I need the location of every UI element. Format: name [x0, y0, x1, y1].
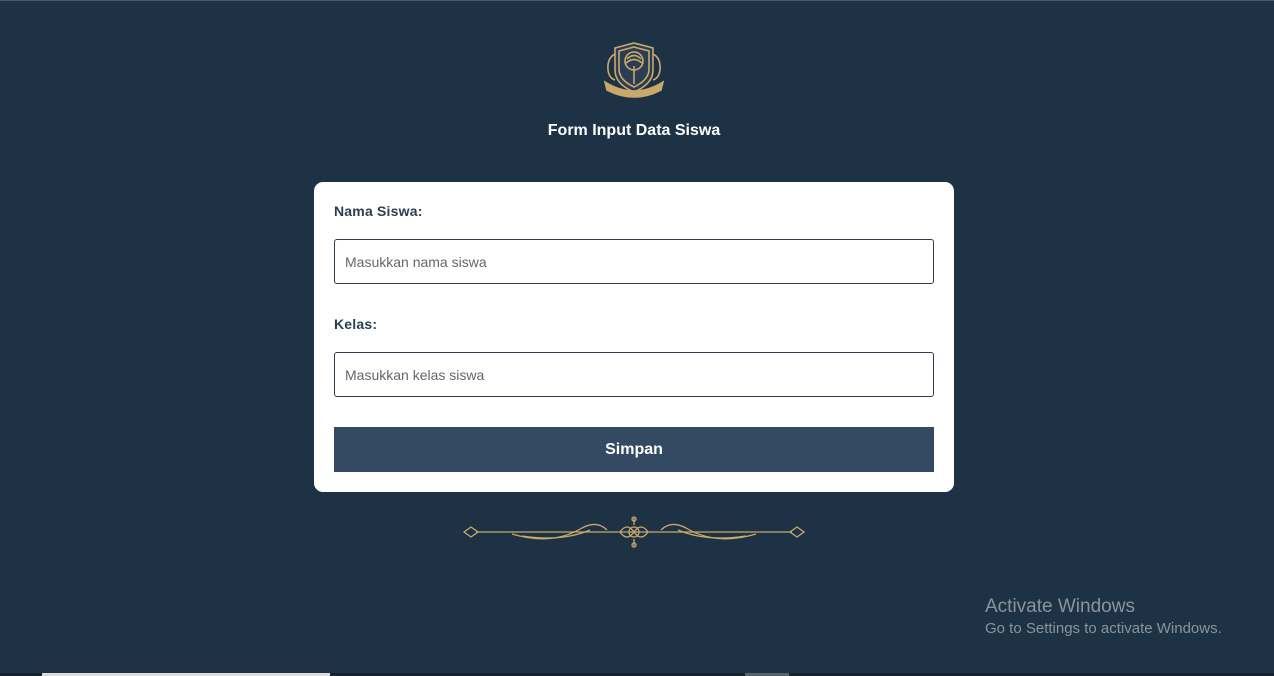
- class-label: Kelas:: [334, 316, 378, 332]
- watermark-title: Activate Windows: [985, 596, 1135, 617]
- watermark-subtitle: Go to Settings to activate Windows.: [985, 620, 1222, 637]
- windows-activation-watermark: Activate Windows Go to Settings to activ…: [985, 596, 1222, 637]
- page-title: Form Input Data Siswa: [547, 122, 721, 139]
- school-crest-icon: [603, 42, 665, 98]
- name-label: Nama Siswa:: [334, 203, 423, 219]
- window-top-border: [0, 0, 1274, 1]
- save-button[interactable]: Simpan: [334, 427, 934, 472]
- class-input[interactable]: [334, 352, 934, 397]
- ornament-divider: [462, 516, 806, 548]
- name-input[interactable]: [334, 239, 934, 284]
- form-card: Nama Siswa: Kelas: Simpan: [314, 182, 954, 492]
